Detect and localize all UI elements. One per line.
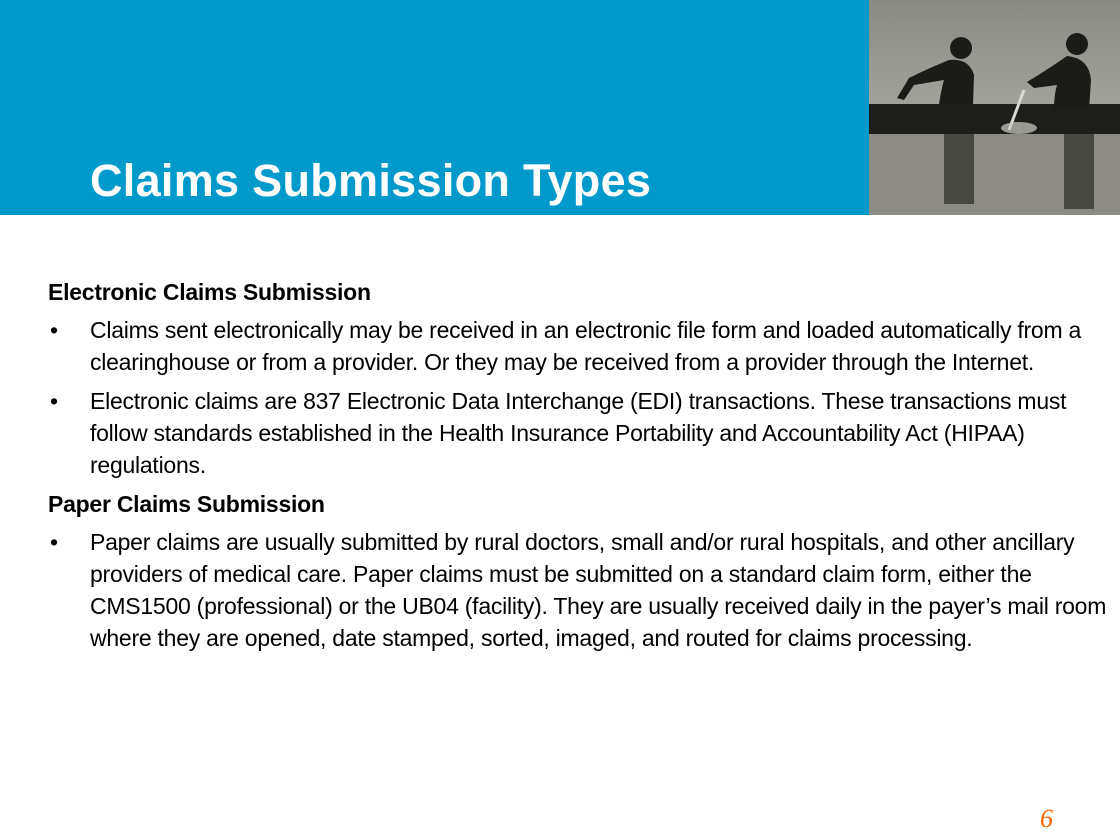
rowers-photo <box>869 0 1120 215</box>
list-item: • Claims sent electronically may be rece… <box>48 314 1114 378</box>
bullet-icon: • <box>50 317 58 343</box>
bullet-icon: • <box>50 388 58 414</box>
bullet-icon: • <box>50 529 58 555</box>
bullet-text: Paper claims are usually submitted by ru… <box>90 529 1107 651</box>
page-number: 6 <box>1040 804 1053 833</box>
section-heading-electronic: Electronic Claims Submission <box>48 279 371 305</box>
bullet-text: Claims sent electronically may be receiv… <box>90 317 1082 375</box>
slide-body: Electronic Claims Submission • Claims se… <box>48 276 1114 661</box>
list-item: • Electronic claims are 837 Electronic D… <box>48 385 1114 481</box>
slide-title: Claims Submission Types <box>90 155 652 206</box>
list-item: • Paper claims are usually submitted by … <box>48 526 1114 654</box>
section-heading-paper: Paper Claims Submission <box>48 491 325 517</box>
bullet-text: Electronic claims are 837 Electronic Dat… <box>90 388 1067 478</box>
